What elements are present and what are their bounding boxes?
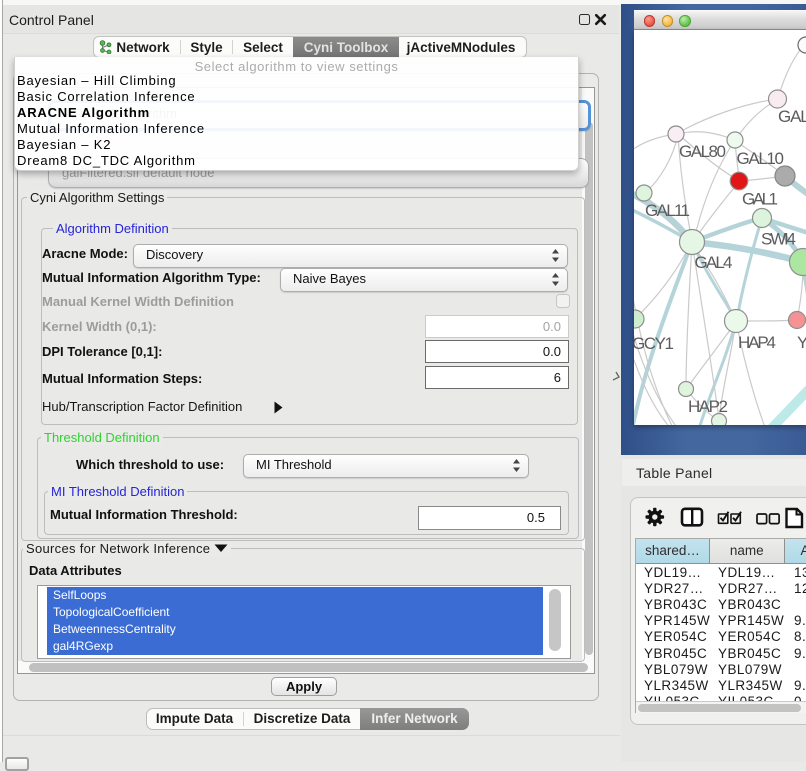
svg-text:Y: Y (797, 333, 806, 352)
svg-text:GAL10: GAL10 (737, 149, 785, 168)
svg-text:GAL80: GAL80 (679, 142, 726, 161)
svg-text:SWI4: SWI4 (761, 230, 796, 249)
svg-text:GAL11: GAL11 (645, 201, 690, 220)
svg-text:GAL1: GAL1 (742, 190, 778, 209)
svg-text:HAP2: HAP2 (688, 397, 728, 416)
svg-text:GCY1: GCY1 (634, 334, 674, 353)
svg-text:GAL2: GAL2 (778, 107, 806, 126)
svg-text:HAP4: HAP4 (738, 333, 776, 352)
svg-text:GAL4: GAL4 (695, 253, 733, 272)
